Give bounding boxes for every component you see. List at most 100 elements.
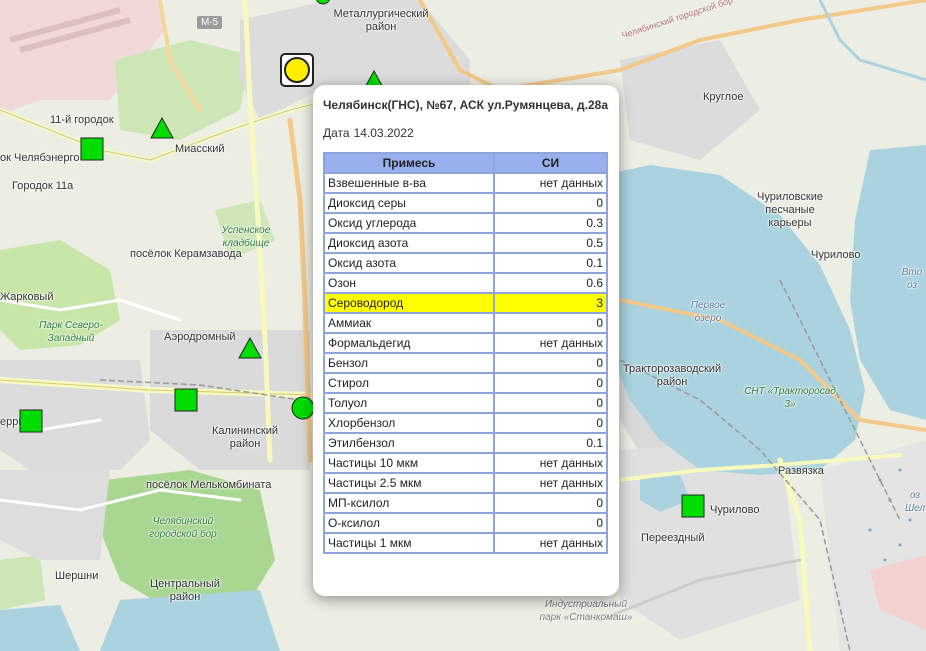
pollutant-name: Этилбензол bbox=[323, 432, 495, 454]
pollutant-name: Взвешенные в-ва bbox=[323, 172, 495, 194]
table-row: О-ксилол 0 bbox=[323, 512, 608, 534]
pollutant-name: Озон bbox=[323, 272, 495, 294]
map-label-miassky: Миасский bbox=[175, 143, 225, 155]
pollutant-name: Стирол bbox=[323, 372, 495, 394]
column-header-name: Примесь bbox=[323, 152, 495, 174]
map-label-razvyazka: Развязка bbox=[778, 465, 824, 477]
station-marker-square[interactable] bbox=[681, 494, 705, 518]
pollutant-name: Хлорбензол bbox=[323, 412, 495, 434]
map-label-pereezdny: Переездный bbox=[641, 532, 705, 544]
pollutant-value: 0 bbox=[493, 192, 608, 214]
column-header-value: СИ bbox=[493, 152, 608, 174]
map-label-snt: СНТ «Трактороcад 3» bbox=[744, 386, 836, 410]
map-label-metallurg: Металлургический район bbox=[333, 8, 429, 33]
table-row: Стирол 0 bbox=[323, 372, 608, 394]
table-row: Хлорбензол 0 bbox=[323, 412, 608, 434]
table-row: Этилбензол 0.1 bbox=[323, 432, 608, 454]
pollutant-value: нет данных bbox=[493, 472, 608, 494]
station-popup: Челябинск(ГНС), №67, АСК ул.Румянцева, д… bbox=[313, 85, 619, 596]
table-row: Озон 0.6 bbox=[323, 272, 608, 294]
station-marker-square[interactable] bbox=[174, 388, 198, 412]
map-label-oz-shel: оз Шел bbox=[904, 490, 926, 514]
table-header-row: Примесь СИ bbox=[323, 152, 608, 174]
table-row: Бензол 0 bbox=[323, 352, 608, 374]
pollutant-value: 0 bbox=[493, 412, 608, 434]
pollutant-name: Аммиак bbox=[323, 312, 495, 334]
pollutant-name: Диоксид серы bbox=[323, 192, 495, 214]
map-label-kruglo: Круглое bbox=[703, 91, 744, 103]
table-row: Оксид углерода 0.3 bbox=[323, 212, 608, 234]
pollutant-name: О-ксилол bbox=[323, 512, 495, 534]
popup-date-value: 14.03.2022 bbox=[353, 126, 414, 140]
table-row: Взвешенные в-ва нет данных bbox=[323, 172, 608, 194]
pollutant-value: 3 bbox=[493, 292, 608, 314]
map-label-vto: Вто оз bbox=[901, 267, 923, 291]
map-label-keramzavod: посёлок Керамзавода bbox=[130, 248, 242, 260]
pollutant-name: Частицы 10 мкм bbox=[323, 452, 495, 474]
table-row: Частицы 2.5 мкм нет данных bbox=[323, 472, 608, 494]
pollutant-value: 0 bbox=[493, 512, 608, 534]
pollutant-value: 0 bbox=[493, 392, 608, 414]
measurements-table: Примесь СИ Взвешенные в-ва нет данных Диок… bbox=[323, 152, 608, 554]
table-row: Аммиак 0 bbox=[323, 312, 608, 334]
map-label-churilovo-2: Чурилово bbox=[710, 504, 760, 516]
pollutant-value: нет данных bbox=[493, 332, 608, 354]
pollutant-name: Оксид азота bbox=[323, 252, 495, 274]
map-label-chelyabenergo: ок Челябэнерго bbox=[0, 152, 80, 164]
map-label-11-gorodok: 11-й городок bbox=[50, 114, 114, 126]
road-shield-m5: М-5 bbox=[197, 16, 223, 29]
map-label-churilovo-1: Чурилово bbox=[811, 249, 861, 261]
pollutant-value: 0 bbox=[493, 312, 608, 334]
pollutant-name: Диоксид азота bbox=[323, 232, 495, 254]
station-marker-triangle[interactable] bbox=[238, 337, 262, 359]
pollutant-value: 0.6 bbox=[493, 272, 608, 294]
map-label-zharkovy: Жарковый bbox=[0, 291, 54, 303]
map-label-aerodromny: Аэродромный bbox=[164, 331, 236, 343]
station-marker-square[interactable] bbox=[80, 137, 104, 161]
table-row: Частицы 10 мкм нет данных bbox=[323, 452, 608, 474]
station-marker-partial[interactable] bbox=[316, 0, 330, 6]
pollutant-name: Частицы 1 мкм bbox=[323, 532, 495, 554]
pollutant-value: 0.1 bbox=[493, 432, 608, 454]
pollutant-value: 0.5 bbox=[493, 232, 608, 254]
table-row: Диоксид азота 0.5 bbox=[323, 232, 608, 254]
map-label-industrial-park: Индустриальный парк «Станкомаш» bbox=[539, 599, 633, 623]
pollutant-name: МП-ксилол bbox=[323, 492, 495, 514]
map-label-churilovskie: Чуриловские песчаные карьеры bbox=[757, 191, 823, 229]
popup-title: Челябинск(ГНС), №67, АСК ул.Румянцева, д… bbox=[323, 98, 609, 112]
pollutant-value: 0 bbox=[493, 492, 608, 514]
table-row: Частицы 1 мкм нет данных bbox=[323, 532, 608, 554]
pollutant-name: Сероводород bbox=[323, 292, 495, 314]
map-label-uspenskoe: Успенское кладбище bbox=[221, 225, 271, 249]
pollutant-value: нет данных bbox=[493, 532, 608, 554]
station-marker-triangle[interactable] bbox=[150, 117, 174, 139]
table-row: Оксид азота 0.1 bbox=[323, 252, 608, 274]
map-label-pervoe-ozero: Первое озеро bbox=[690, 300, 726, 324]
table-row: Толуол 0 bbox=[323, 392, 608, 414]
map-label-gorodok-11a: Городок 11а bbox=[12, 180, 74, 192]
pollutant-name: Бензол bbox=[323, 352, 495, 374]
map-label-tsentralny: Центральный район bbox=[150, 578, 220, 603]
pollutant-value: 0.1 bbox=[493, 252, 608, 274]
pollutant-value: нет данных bbox=[493, 452, 608, 474]
table-row: Сероводород 3 bbox=[323, 292, 608, 314]
station-marker-square[interactable] bbox=[19, 409, 43, 433]
pollutant-value: 0 bbox=[493, 352, 608, 374]
pollutant-value: 0.3 bbox=[493, 212, 608, 234]
pollutant-name: Оксид углерода bbox=[323, 212, 495, 234]
map-label-gorodskoy-bor: Челябинский городской бор bbox=[149, 516, 217, 540]
pollutant-value: нет данных bbox=[493, 172, 608, 194]
pollutant-name: Формальдегид bbox=[323, 332, 495, 354]
pollutant-name: Частицы 2.5 мкм bbox=[323, 472, 495, 494]
table-row: Формальдегид нет данных bbox=[323, 332, 608, 354]
station-marker-circle[interactable] bbox=[291, 396, 315, 420]
map-label-park-severo: Парк Северо-Западный bbox=[39, 320, 103, 344]
popup-date-label: Дата bbox=[323, 126, 350, 140]
map-label-kalininsky: Калининский район bbox=[212, 425, 278, 450]
station-marker-selected[interactable] bbox=[280, 53, 314, 87]
map-label-melkombinat: посёлок Мелькомбината bbox=[146, 479, 272, 491]
pollutant-name: Толуол bbox=[323, 392, 495, 414]
measurements-body: Взвешенные в-ва нет данных Диоксид серы 0 Ок… bbox=[323, 172, 608, 554]
pollutant-value: 0 bbox=[493, 372, 608, 394]
popup-date: Дата 14.03.2022 bbox=[323, 126, 609, 140]
